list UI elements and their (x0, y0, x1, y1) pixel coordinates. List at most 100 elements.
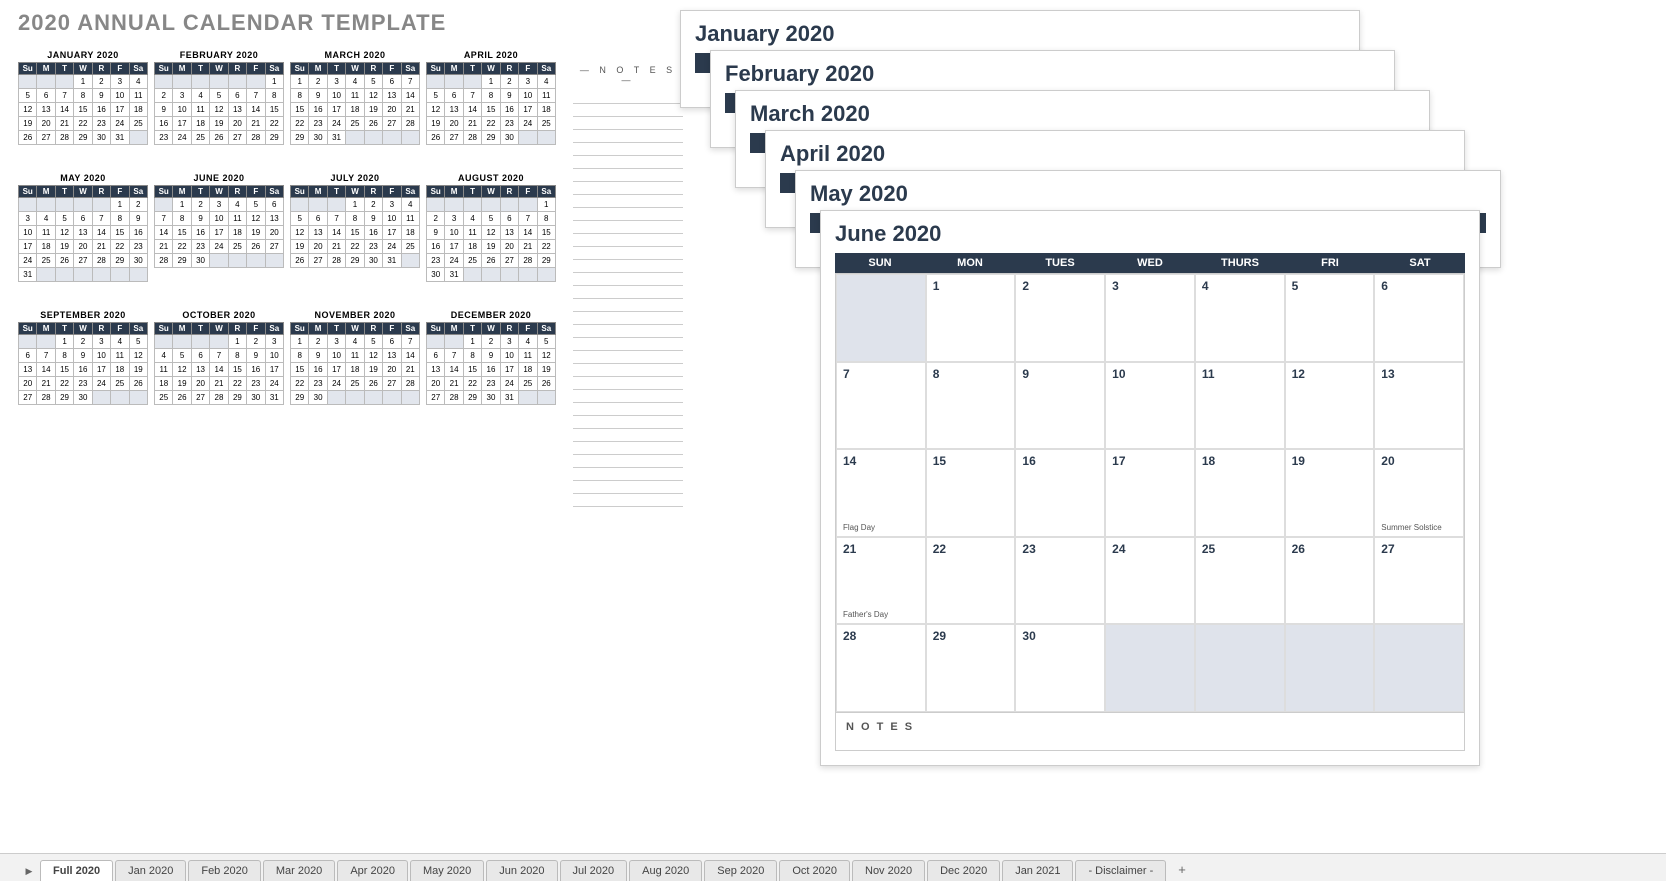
mini-day-cell: 7 (55, 89, 73, 103)
june-day-cell[interactable]: 19 (1285, 449, 1375, 537)
mini-day-cell: 2 (74, 335, 92, 349)
sheet-tab[interactable]: Jun 2020 (486, 860, 557, 881)
june-day-cell[interactable]: 2 (1015, 274, 1105, 362)
june-day-cell[interactable]: 21Father's Day (836, 537, 926, 625)
add-sheet-button[interactable]: + (1168, 858, 1196, 881)
sheet-tab[interactable]: Jan 2021 (1002, 860, 1073, 881)
mini-day-cell (383, 391, 401, 405)
mini-day-cell: 15 (55, 363, 73, 377)
mini-day-cell: 21 (210, 377, 228, 391)
sheet-tab[interactable]: Sep 2020 (704, 860, 777, 881)
mini-day-cell: 13 (383, 89, 401, 103)
mini-day-cell (19, 335, 37, 349)
sheet-tab[interactable]: Mar 2020 (263, 860, 335, 881)
june-day-cell[interactable]: 16 (1015, 449, 1105, 537)
tab-scroll-arrow-icon[interactable]: ▶ (22, 861, 36, 881)
mini-day-cell: 28 (519, 254, 537, 268)
june-day-cell[interactable]: 15 (926, 449, 1016, 537)
mini-day-cell: 2 (309, 335, 327, 349)
mini-day-cell (427, 198, 445, 212)
sheet-tab[interactable]: Jan 2020 (115, 860, 186, 881)
mini-day-cell: 9 (155, 103, 173, 117)
mini-day-cell: 30 (500, 131, 518, 145)
sheet-tab[interactable]: Feb 2020 (188, 860, 260, 881)
sheet-tab[interactable]: Full 2020 (40, 860, 113, 881)
june-day-cell[interactable]: 17 (1105, 449, 1195, 537)
sheet-tab[interactable]: May 2020 (410, 860, 484, 881)
mini-day-header: R (228, 323, 246, 335)
june-day-cell[interactable]: 12 (1285, 362, 1375, 450)
sheet-tab[interactable]: Jul 2020 (560, 860, 628, 881)
mini-day-cell: 2 (155, 89, 173, 103)
mini-day-cell: 23 (364, 240, 382, 254)
mini-day-cell: 23 (500, 117, 518, 131)
june-day-cell[interactable]: 8 (926, 362, 1016, 450)
june-day-cell[interactable]: 13 (1374, 362, 1464, 450)
june-day-cell[interactable]: 18 (1195, 449, 1285, 537)
mini-day-cell: 27 (309, 254, 327, 268)
june-day-cell[interactable]: 1 (926, 274, 1016, 362)
mini-day-cell (401, 254, 419, 268)
june-day-cell[interactable]: 11 (1195, 362, 1285, 450)
mini-day-cell: 26 (19, 131, 37, 145)
mini-day-cell: 11 (537, 89, 555, 103)
mini-day-cell (291, 198, 309, 212)
june-day-cell[interactable] (1285, 624, 1375, 712)
june-day-cell[interactable]: 27 (1374, 537, 1464, 625)
mini-day-cell: 23 (482, 377, 500, 391)
mini-day-header: R (92, 63, 110, 75)
june-day-cell[interactable]: 30 (1015, 624, 1105, 712)
june-day-cell[interactable]: 25 (1195, 537, 1285, 625)
mini-day-cell (519, 268, 537, 282)
june-day-cell[interactable]: 23 (1015, 537, 1105, 625)
june-day-number: 14 (843, 454, 919, 468)
june-day-cell[interactable]: 10 (1105, 362, 1195, 450)
june-day-number: 21 (843, 542, 919, 556)
june-day-cell[interactable]: 14Flag Day (836, 449, 926, 537)
mini-day-cell: 7 (327, 212, 345, 226)
june-day-cell[interactable]: 28 (836, 624, 926, 712)
mini-day-cell: 2 (482, 335, 500, 349)
mini-day-cell: 28 (401, 377, 419, 391)
mini-day-cell: 30 (482, 391, 500, 405)
june-day-cell[interactable]: 29 (926, 624, 1016, 712)
june-day-cell[interactable]: 24 (1105, 537, 1195, 625)
notes-line (573, 364, 683, 377)
mini-day-cell: 1 (111, 198, 129, 212)
june-day-cell[interactable] (1105, 624, 1195, 712)
june-day-cell[interactable]: 3 (1105, 274, 1195, 362)
mini-day-header: W (482, 323, 500, 335)
mini-day-cell: 18 (401, 226, 419, 240)
sheet-tab[interactable]: - Disclaimer - (1075, 860, 1166, 881)
sheet-tab[interactable]: Oct 2020 (779, 860, 850, 881)
june-day-cell[interactable]: 20Summer Solstice (1374, 449, 1464, 537)
june-day-cell[interactable] (836, 274, 926, 362)
june-day-cell[interactable]: 6 (1374, 274, 1464, 362)
notes-line (573, 338, 683, 351)
mini-day-header: F (519, 63, 537, 75)
mini-month: MARCH 2020SuMTWRFSa123456789101112131415… (290, 50, 420, 145)
june-day-cell[interactable]: 26 (1285, 537, 1375, 625)
june-day-cell[interactable] (1374, 624, 1464, 712)
mini-day-cell: 7 (401, 335, 419, 349)
mini-day-cell: 31 (111, 131, 129, 145)
mini-day-cell (519, 131, 537, 145)
sheet-tab[interactable]: Apr 2020 (337, 860, 408, 881)
june-notes-row[interactable]: N O T E S (835, 713, 1465, 751)
june-day-cell[interactable]: 22 (926, 537, 1016, 625)
june-day-cell[interactable]: 9 (1015, 362, 1105, 450)
mini-month-title: JULY 2020 (290, 173, 420, 183)
mini-day-cell: 25 (37, 254, 55, 268)
mini-day-cell (463, 268, 481, 282)
june-day-cell[interactable] (1195, 624, 1285, 712)
june-day-cell[interactable]: 7 (836, 362, 926, 450)
mini-day-cell: 1 (463, 335, 481, 349)
june-day-cell[interactable]: 5 (1285, 274, 1375, 362)
sheet-tab[interactable]: Aug 2020 (629, 860, 702, 881)
sheet-tab[interactable]: Dec 2020 (927, 860, 1000, 881)
mini-day-cell: 9 (500, 89, 518, 103)
sheet-tab[interactable]: Nov 2020 (852, 860, 925, 881)
june-day-cell[interactable]: 4 (1195, 274, 1285, 362)
june-day-number: 2 (1022, 279, 1098, 293)
mini-day-cell: 12 (537, 349, 555, 363)
